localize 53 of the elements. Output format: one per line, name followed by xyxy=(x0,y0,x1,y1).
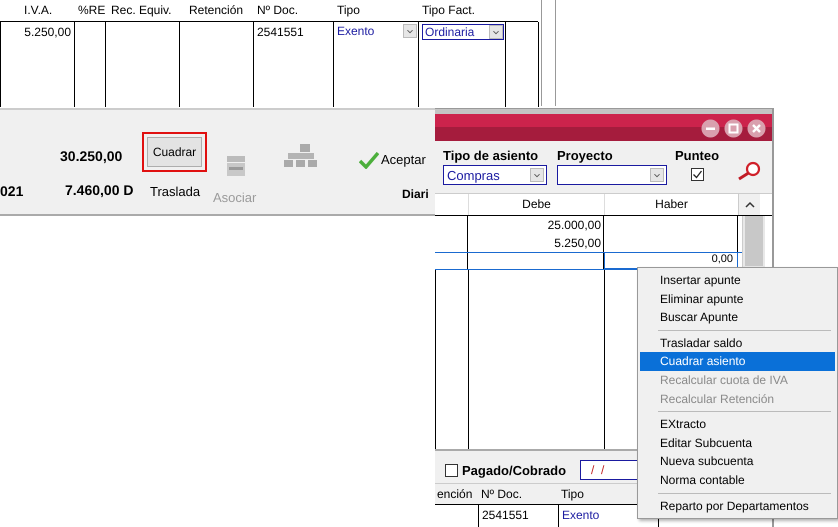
minimize-icon[interactable] xyxy=(701,119,720,138)
total-amount: 30.250,00 xyxy=(60,148,122,164)
field-label: Punteo xyxy=(675,148,720,163)
balance-amount: 7.460,00 D xyxy=(65,182,134,198)
scrollbar[interactable] xyxy=(541,0,556,106)
paid-label: Pagado/Cobrado xyxy=(462,462,566,478)
table-cell: 2541551 xyxy=(254,22,334,42)
menu-item[interactable]: Insertar apunte xyxy=(640,271,835,290)
maximize-icon[interactable] xyxy=(724,119,743,138)
accept-button[interactable]: Aceptar xyxy=(381,152,426,167)
project-dropdown[interactable] xyxy=(557,165,667,185)
menu-item[interactable]: Norma contable xyxy=(640,470,835,490)
menu-item[interactable]: Editar Subcuenta xyxy=(640,434,835,452)
journal-label: Diari xyxy=(402,187,429,201)
menu-item[interactable]: Cuadrar asiento xyxy=(640,352,835,371)
type-dropdown[interactable]: Exento xyxy=(334,22,419,42)
menu-item[interactable]: Trasladar saldo xyxy=(640,334,835,352)
checkbox[interactable] xyxy=(690,168,704,181)
chevron-icon xyxy=(530,168,544,182)
balance-button[interactable]: Cuadrar xyxy=(147,137,202,167)
scroll-up-icon[interactable] xyxy=(744,201,754,208)
column-header: Tipo xyxy=(336,2,361,19)
chevron-icon xyxy=(403,24,417,38)
column-header: %RE xyxy=(77,2,105,19)
check-icon xyxy=(359,151,379,169)
table-cell: 25.000,00 xyxy=(468,216,604,234)
column-header: Nº Doc. xyxy=(256,2,300,19)
column-header: I.V.A. xyxy=(23,2,54,19)
menu-item[interactable]: Eliminar apunte xyxy=(640,290,835,308)
checkbox[interactable] xyxy=(445,464,458,476)
menu-item[interactable]: Nueva subcuenta xyxy=(640,452,835,471)
column-header: Nº Doc. xyxy=(480,486,524,503)
table-cell: 5.250,00 xyxy=(468,234,604,252)
column-header: Rec. Equiv. xyxy=(110,2,172,19)
transfer-link[interactable]: Traslada xyxy=(150,184,200,199)
column-header: Retención xyxy=(188,2,244,19)
invoice-type-dropdown[interactable]: Ordinaria xyxy=(422,24,504,40)
table-cell: 5.250,00 xyxy=(1,22,75,42)
field-label: Proyecto xyxy=(557,148,614,163)
column-header: ención xyxy=(436,486,474,503)
period-label: 021 xyxy=(0,183,24,199)
field-label: Tipo de asiento xyxy=(443,148,540,163)
menu-item[interactable]: EXtracto xyxy=(640,415,835,434)
menu-item[interactable]: Buscar Apunte xyxy=(640,308,835,327)
search-icon[interactable] xyxy=(736,161,762,181)
table-cell: 2541551 xyxy=(479,505,559,527)
column-header: Tipo Fact. xyxy=(421,2,476,19)
chevron-icon xyxy=(650,168,664,182)
chevron-icon xyxy=(489,25,503,39)
column-header: Debe xyxy=(468,194,604,215)
close-icon[interactable] xyxy=(747,119,766,138)
column-header: Tipo xyxy=(560,486,585,503)
entry-type-dropdown[interactable]: Compras xyxy=(443,165,547,185)
